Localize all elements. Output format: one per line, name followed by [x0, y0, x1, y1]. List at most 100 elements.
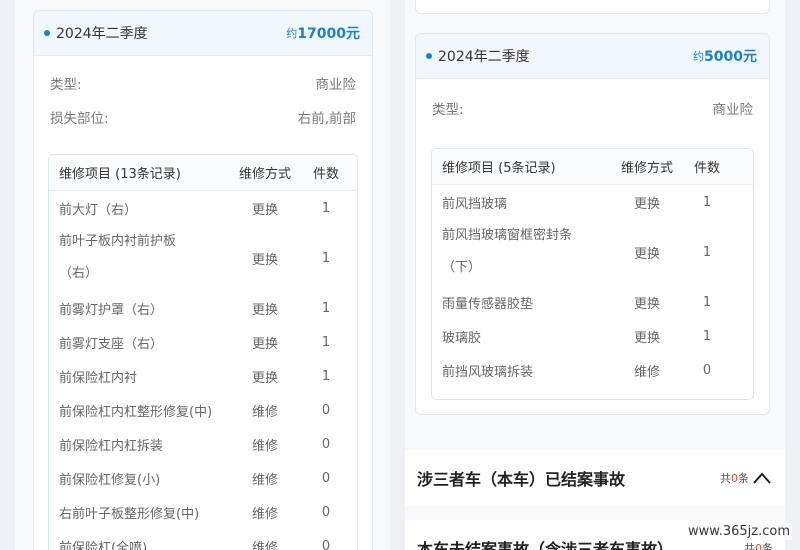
site-watermark: www.365jz.com — [686, 523, 792, 540]
row-count: 1 — [321, 300, 331, 316]
row-method: 更换 — [633, 296, 660, 312]
left-column: 2024年二季度 约 17000元 类型: 商业险 损失部位: 右前,前部 维修… — [15, 0, 390, 550]
row-item: 前保险杠内杠拆装 — [59, 438, 164, 454]
repair-table: 维修项目 (13条记录) 维修方式 件数 前大灯（右） 更换 1 前叶子板内衬前… — [48, 154, 358, 550]
info-label: 损失部位: — [50, 111, 109, 127]
chevron-up-icon[interactable] — [751, 471, 773, 485]
row-count: 0 — [321, 402, 331, 418]
info-row-type: 类型: 商业险 — [416, 91, 769, 125]
row-method: 更换 — [251, 252, 278, 268]
table-row: 前大灯（右） 更换 1 — [49, 191, 357, 225]
col-header-count: 件数 — [693, 161, 720, 176]
row-method: 更换 — [633, 246, 660, 262]
total-suffix: 条 — [762, 542, 773, 550]
table-row: 前保险杠修复(小) 维修 0 — [49, 461, 357, 495]
col-header-method: 维修方式 — [238, 167, 291, 182]
table-row: 前叶子板内衬前护板（右） 更换 1 — [49, 225, 357, 291]
row-method: 维修 — [251, 540, 278, 550]
table-row: 前保险杠(全喷) 维修 0 — [49, 529, 357, 550]
row-method: 维修 — [633, 364, 660, 380]
claim-amount: 17000元 — [297, 26, 360, 42]
table-row: 雨量传感器胶垫 更换 1 — [432, 285, 753, 319]
row-count: 1 — [702, 328, 712, 344]
row-count: 1 — [702, 244, 712, 260]
total-suffix: 条 — [738, 472, 749, 485]
table-row: 前保险杠内杠拆装 维修 0 — [49, 427, 357, 461]
row-method: 维修 — [251, 438, 278, 454]
table-row: 前雾灯支座（右） 更换 1 — [49, 325, 357, 359]
row-method: 更换 — [633, 330, 660, 346]
row-count: 0 — [321, 436, 331, 452]
table-row: 玻璃胶 更换 1 — [432, 319, 753, 353]
table-row: 前保险杠内杠整形修复(中) 维修 0 — [49, 393, 357, 427]
total-prefix: 共 — [744, 542, 755, 550]
col-header-count: 件数 — [312, 167, 339, 182]
info-value: 商业险 — [712, 102, 754, 118]
row-count: 1 — [321, 200, 331, 216]
row-item: 雨量传感器胶垫 — [442, 296, 534, 312]
row-item: 右前叶子板整形修复(中) — [59, 506, 200, 522]
row-item: 玻璃胶 — [442, 330, 482, 346]
record-total: 共0条 — [744, 540, 773, 550]
row-count: 1 — [702, 294, 712, 310]
info-label: 类型: — [50, 77, 82, 93]
row-item: 前挡风玻璃拆装 — [442, 364, 534, 380]
row-count: 1 — [321, 250, 331, 266]
total-count: 0 — [731, 472, 738, 485]
bullet-dot-icon — [44, 30, 50, 36]
table-row: 前雾灯护罩（右） 更换 1 — [49, 291, 357, 325]
row-method: 更换 — [251, 336, 278, 352]
info-row-type: 类型: 商业险 — [34, 66, 372, 100]
row-count: 1 — [321, 368, 331, 384]
row-method: 维修 — [251, 404, 278, 420]
claim-card-header[interactable]: 2024年二季度 约 17000元 — [34, 11, 372, 56]
row-count: 0 — [321, 504, 331, 520]
table-header: 维修项目 (5条记录) 维修方式 件数 — [432, 149, 753, 185]
row-item: 前大灯（右） — [59, 202, 138, 218]
row-item: 前保险杠内杠整形修复(中) — [59, 404, 213, 420]
row-method: 更换 — [633, 196, 660, 212]
claim-card-left: 2024年二季度 约 17000元 类型: 商业险 损失部位: 右前,前部 维修… — [33, 10, 373, 550]
row-count: 0 — [321, 470, 331, 486]
table-row: 右前叶子板整形修复(中) 维修 0 — [49, 495, 357, 529]
row-count: 0 — [702, 362, 712, 378]
info-row-damage: 损失部位: 右前,前部 — [34, 100, 372, 134]
col-header-item: 维修项目 (13条记录) — [59, 167, 181, 182]
row-count: 1 — [321, 334, 331, 350]
col-header-method: 维修方式 — [620, 161, 673, 176]
amount-prefix: 约 — [286, 27, 298, 40]
row-method: 维修 — [251, 472, 278, 488]
repair-table: 维修项目 (5条记录) 维修方式 件数 前风挡玻璃 更换 1 前风挡玻璃窗框密封… — [431, 148, 754, 400]
table-header: 维修项目 (13条记录) 维修方式 件数 — [49, 155, 357, 191]
table-row: 前挡风玻璃拆装 维修 0 — [432, 353, 753, 387]
info-value: 右前,前部 — [297, 111, 356, 127]
total-count: 0 — [755, 542, 762, 550]
bullet-dot-icon — [426, 53, 432, 59]
row-count: 0 — [321, 538, 331, 550]
previous-card-bottom — [415, 0, 770, 14]
table-row: 前风挡玻璃 更换 1 — [432, 185, 753, 219]
info-value: 商业险 — [315, 77, 357, 93]
claim-period: 2024年二季度 — [438, 49, 530, 65]
claim-amount: 5000元 — [704, 49, 757, 65]
row-item: 前保险杠修复(小) — [59, 472, 161, 488]
row-item: 前风挡玻璃窗框密封条（下） — [442, 228, 573, 275]
claim-card-header[interactable]: 2024年二季度 约 5000元 — [416, 34, 769, 79]
row-item: 前雾灯支座（右） — [59, 336, 164, 352]
section-closed-third-party[interactable]: 涉三者车（本车）已结案事故 共0条 — [405, 450, 785, 506]
row-method: 更换 — [251, 202, 278, 218]
table-row: 前保险杠内衬 更换 1 — [49, 359, 357, 393]
claim-period: 2024年二季度 — [56, 26, 148, 42]
row-count: 1 — [702, 194, 712, 210]
claim-card-right: 2024年二季度 约 5000元 类型: 商业险 维修项目 (5条记录) 维修方… — [415, 33, 770, 415]
table-row: 前风挡玻璃窗框密封条（下） 更换 1 — [432, 219, 753, 285]
row-item: 前叶子板内衬前护板（右） — [59, 234, 177, 281]
row-item: 前保险杠内衬 — [59, 370, 138, 386]
row-method: 更换 — [251, 302, 278, 318]
row-method: 维修 — [251, 506, 278, 522]
amount-prefix: 约 — [693, 50, 705, 63]
row-item: 前保险杠(全喷) — [59, 540, 148, 550]
section-title: 涉三者车（本车）已结案事故 — [417, 470, 626, 489]
right-column: 2024年二季度 约 5000元 类型: 商业险 维修项目 (5条记录) 维修方… — [405, 0, 785, 550]
row-method: 更换 — [251, 370, 278, 386]
